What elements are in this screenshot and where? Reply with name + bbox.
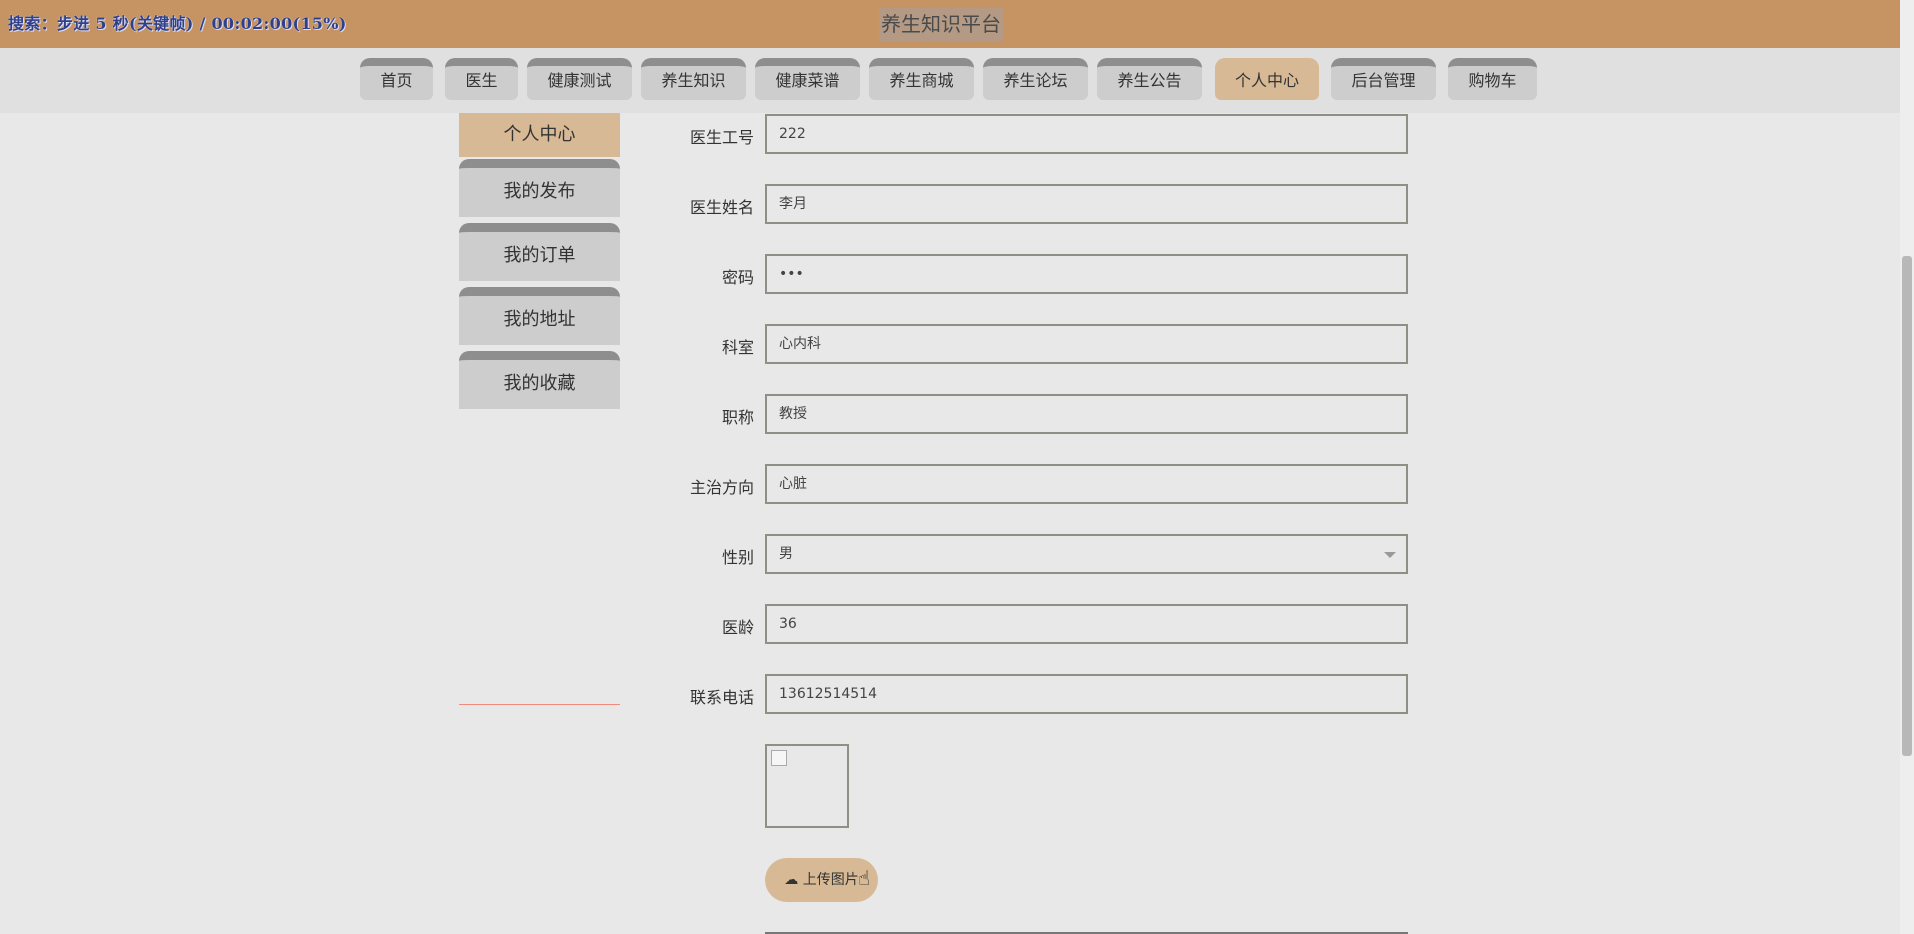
- nav-home[interactable]: 首页: [360, 58, 433, 100]
- cloud-upload-icon: ☁: [784, 872, 799, 888]
- broken-image-icon: [771, 750, 787, 766]
- input-specialty[interactable]: 心脏: [765, 464, 1408, 504]
- label-title: 职称: [721, 408, 754, 427]
- scrollbar-thumb[interactable]: [1902, 256, 1912, 756]
- nav-forum[interactable]: 养生论坛: [983, 58, 1088, 100]
- nav-personal-center[interactable]: 个人中心: [1215, 58, 1319, 100]
- label-phone: 联系电话: [689, 688, 754, 707]
- nav-health-knowledge[interactable]: 养生知识: [641, 58, 746, 100]
- label-doctor-name: 医生姓名: [689, 198, 754, 217]
- nav-cart[interactable]: 购物车: [1448, 58, 1537, 100]
- select-gender-value: 男: [779, 546, 793, 562]
- input-password[interactable]: •••: [765, 254, 1408, 294]
- top-bar: 搜索：步进 5 秒(关键帧) / 00:02:00(15%) 养生知识平台: [0, 0, 1914, 49]
- avatar-preview: [765, 744, 849, 828]
- input-title[interactable]: 教授: [765, 394, 1408, 434]
- nav-notice[interactable]: 养生公告: [1097, 58, 1202, 100]
- chevron-down-icon: [1384, 552, 1396, 558]
- label-gender: 性别: [721, 548, 754, 567]
- label-password: 密码: [721, 268, 754, 287]
- label-years-practice: 医龄: [721, 618, 754, 637]
- hand-cursor-icon: ☝: [858, 866, 871, 890]
- label-doctor-id: 医生工号: [689, 128, 754, 147]
- sidebar-item-my-favorites[interactable]: 我的收藏: [459, 351, 620, 409]
- input-department[interactable]: 心内科: [765, 324, 1408, 364]
- input-doctor-id[interactable]: 222: [765, 114, 1408, 154]
- label-department: 科室: [721, 338, 754, 357]
- site-title: 养生知识平台: [879, 8, 1003, 41]
- nav-admin[interactable]: 后台管理: [1331, 58, 1436, 100]
- input-doctor-name[interactable]: 李月: [765, 184, 1408, 224]
- nav-health-test[interactable]: 健康测试: [527, 58, 632, 100]
- nav-recipes[interactable]: 健康菜谱: [755, 58, 860, 100]
- select-gender[interactable]: 男: [765, 534, 1408, 574]
- video-overlay-text: 搜索：步进 5 秒(关键帧) / 00:02:00(15%): [8, 14, 347, 33]
- label-specialty: 主治方向: [689, 478, 754, 497]
- input-phone[interactable]: 13612514514: [765, 674, 1408, 714]
- upload-button-label: 上传图片: [802, 872, 859, 888]
- nav-mall[interactable]: 养生商城: [869, 58, 974, 100]
- nav-doctor[interactable]: 医生: [445, 58, 518, 100]
- input-years-practice[interactable]: 36: [765, 604, 1408, 644]
